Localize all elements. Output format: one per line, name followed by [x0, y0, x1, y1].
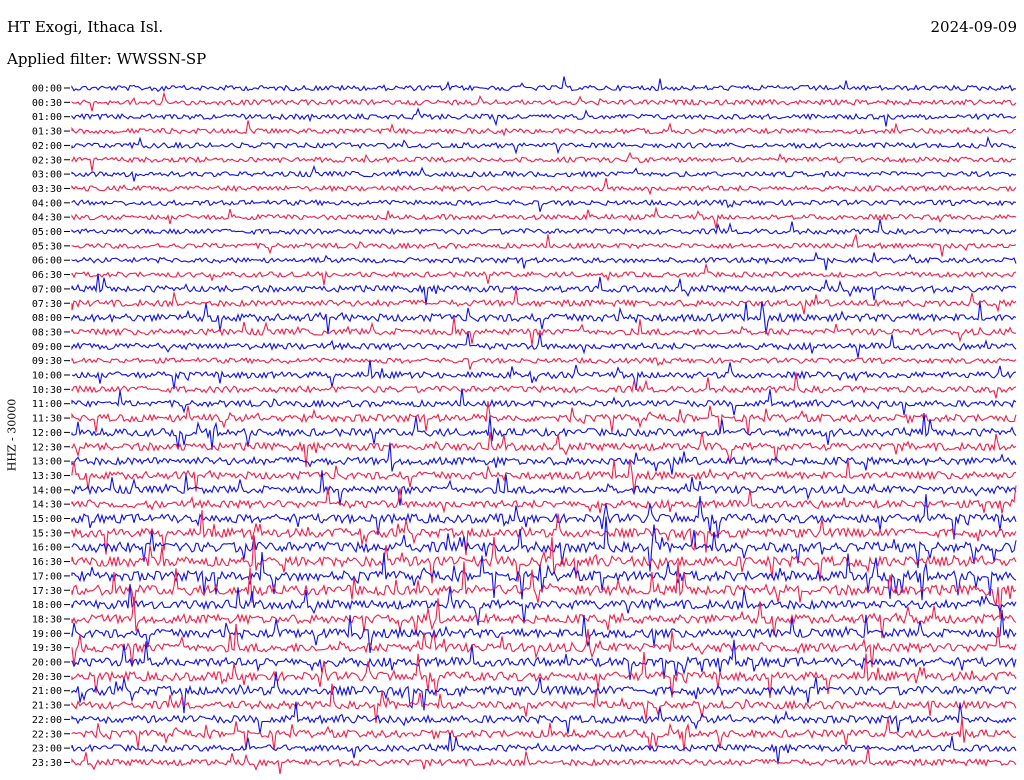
row-time-label: 12:30 [32, 442, 62, 453]
row-time-label: 02:00 [32, 141, 62, 152]
row-time-label: 21:00 [32, 686, 62, 697]
row-time-label: 08:00 [32, 313, 62, 324]
row-time-label: 16:30 [32, 557, 62, 568]
row-time-label: 13:00 [32, 457, 62, 468]
trace-row [71, 177, 1017, 196]
row-time-label: 15:00 [32, 514, 62, 525]
trace-row [71, 206, 1017, 229]
row-time-label: 21:30 [32, 701, 62, 712]
trace-row [71, 273, 1017, 306]
row-time-label: 23:00 [32, 744, 62, 755]
trace-row [71, 164, 1017, 182]
trace-row [71, 442, 1017, 475]
row-time-label: 10:30 [32, 385, 62, 396]
row-time-label: 05:00 [32, 227, 62, 238]
row-time-label: 10:00 [32, 371, 62, 382]
row-time-label: 01:30 [32, 127, 62, 138]
trace-row [71, 551, 1017, 601]
trace-row [71, 470, 1017, 506]
row-time-label: 13:30 [32, 471, 62, 482]
row-time-label: 09:00 [32, 342, 62, 353]
seismogram-plot: 00:00 00:30 01:00 01:30 02:00 02:30 03:00 03:30… [32, 76, 1017, 774]
trace-row [71, 251, 1017, 271]
trace-row [71, 135, 1017, 155]
row-time-label: 01:00 [32, 112, 62, 123]
row-time-label: 22:00 [32, 715, 62, 726]
row-time-label: 06:00 [32, 256, 62, 267]
row-time-label: 19:30 [32, 643, 62, 654]
row-time-label: 23:30 [32, 758, 62, 769]
row-time-label: 09:30 [32, 356, 62, 367]
row-time-label: 12:00 [32, 428, 62, 439]
trace-row [71, 535, 1017, 584]
row-time-label: 04:00 [32, 198, 62, 209]
row-time-label: 11:30 [32, 414, 62, 425]
trace-row [71, 561, 1017, 619]
row-time-label: 03:30 [32, 184, 62, 195]
trace-row [71, 120, 1016, 137]
trace-row [71, 264, 1017, 286]
row-time-label: 00:00 [32, 84, 62, 95]
trace-row [71, 218, 1017, 236]
trace-row [71, 356, 1017, 370]
row-time-label: 03:00 [32, 170, 62, 181]
trace-row [71, 107, 1017, 127]
trace-row [71, 732, 1017, 765]
row-time-label: 22:30 [32, 729, 62, 740]
trace-row [71, 199, 1017, 212]
row-time-label: 07:30 [32, 299, 62, 310]
trace-row [71, 359, 1017, 391]
row-time-label: 14:30 [32, 500, 62, 511]
row-time-label: 08:30 [32, 327, 62, 338]
row-time-label: 18:00 [32, 600, 62, 611]
row-time-label: 14:00 [32, 485, 62, 496]
row-time-label: 16:00 [32, 543, 62, 554]
row-time-label: 17:30 [32, 586, 62, 597]
row-time-label: 06:30 [32, 270, 62, 281]
trace-row [71, 671, 1017, 714]
trace-row [71, 701, 1017, 734]
trace-row [71, 76, 1017, 93]
trace-row [71, 332, 1017, 358]
row-time-label: 17:00 [32, 571, 62, 582]
row-time-label: 02:30 [32, 155, 62, 166]
row-time-label: 20:30 [32, 672, 62, 683]
trace-row [71, 288, 1017, 315]
row-time-label: 04:30 [32, 213, 62, 224]
row-time-label: 05:30 [32, 241, 62, 252]
row-time-label: 20:00 [32, 658, 62, 669]
row-time-label: 11:00 [32, 399, 62, 410]
row-time-label: 15:30 [32, 528, 62, 539]
trace-row [71, 151, 1017, 172]
row-time-label: 19:00 [32, 629, 62, 640]
row-time-label: 00:30 [32, 98, 62, 109]
row-time-label: 07:00 [32, 284, 62, 295]
row-time-label: 18:30 [32, 614, 62, 625]
trace-row [71, 747, 1017, 774]
trace-row [71, 91, 1017, 112]
